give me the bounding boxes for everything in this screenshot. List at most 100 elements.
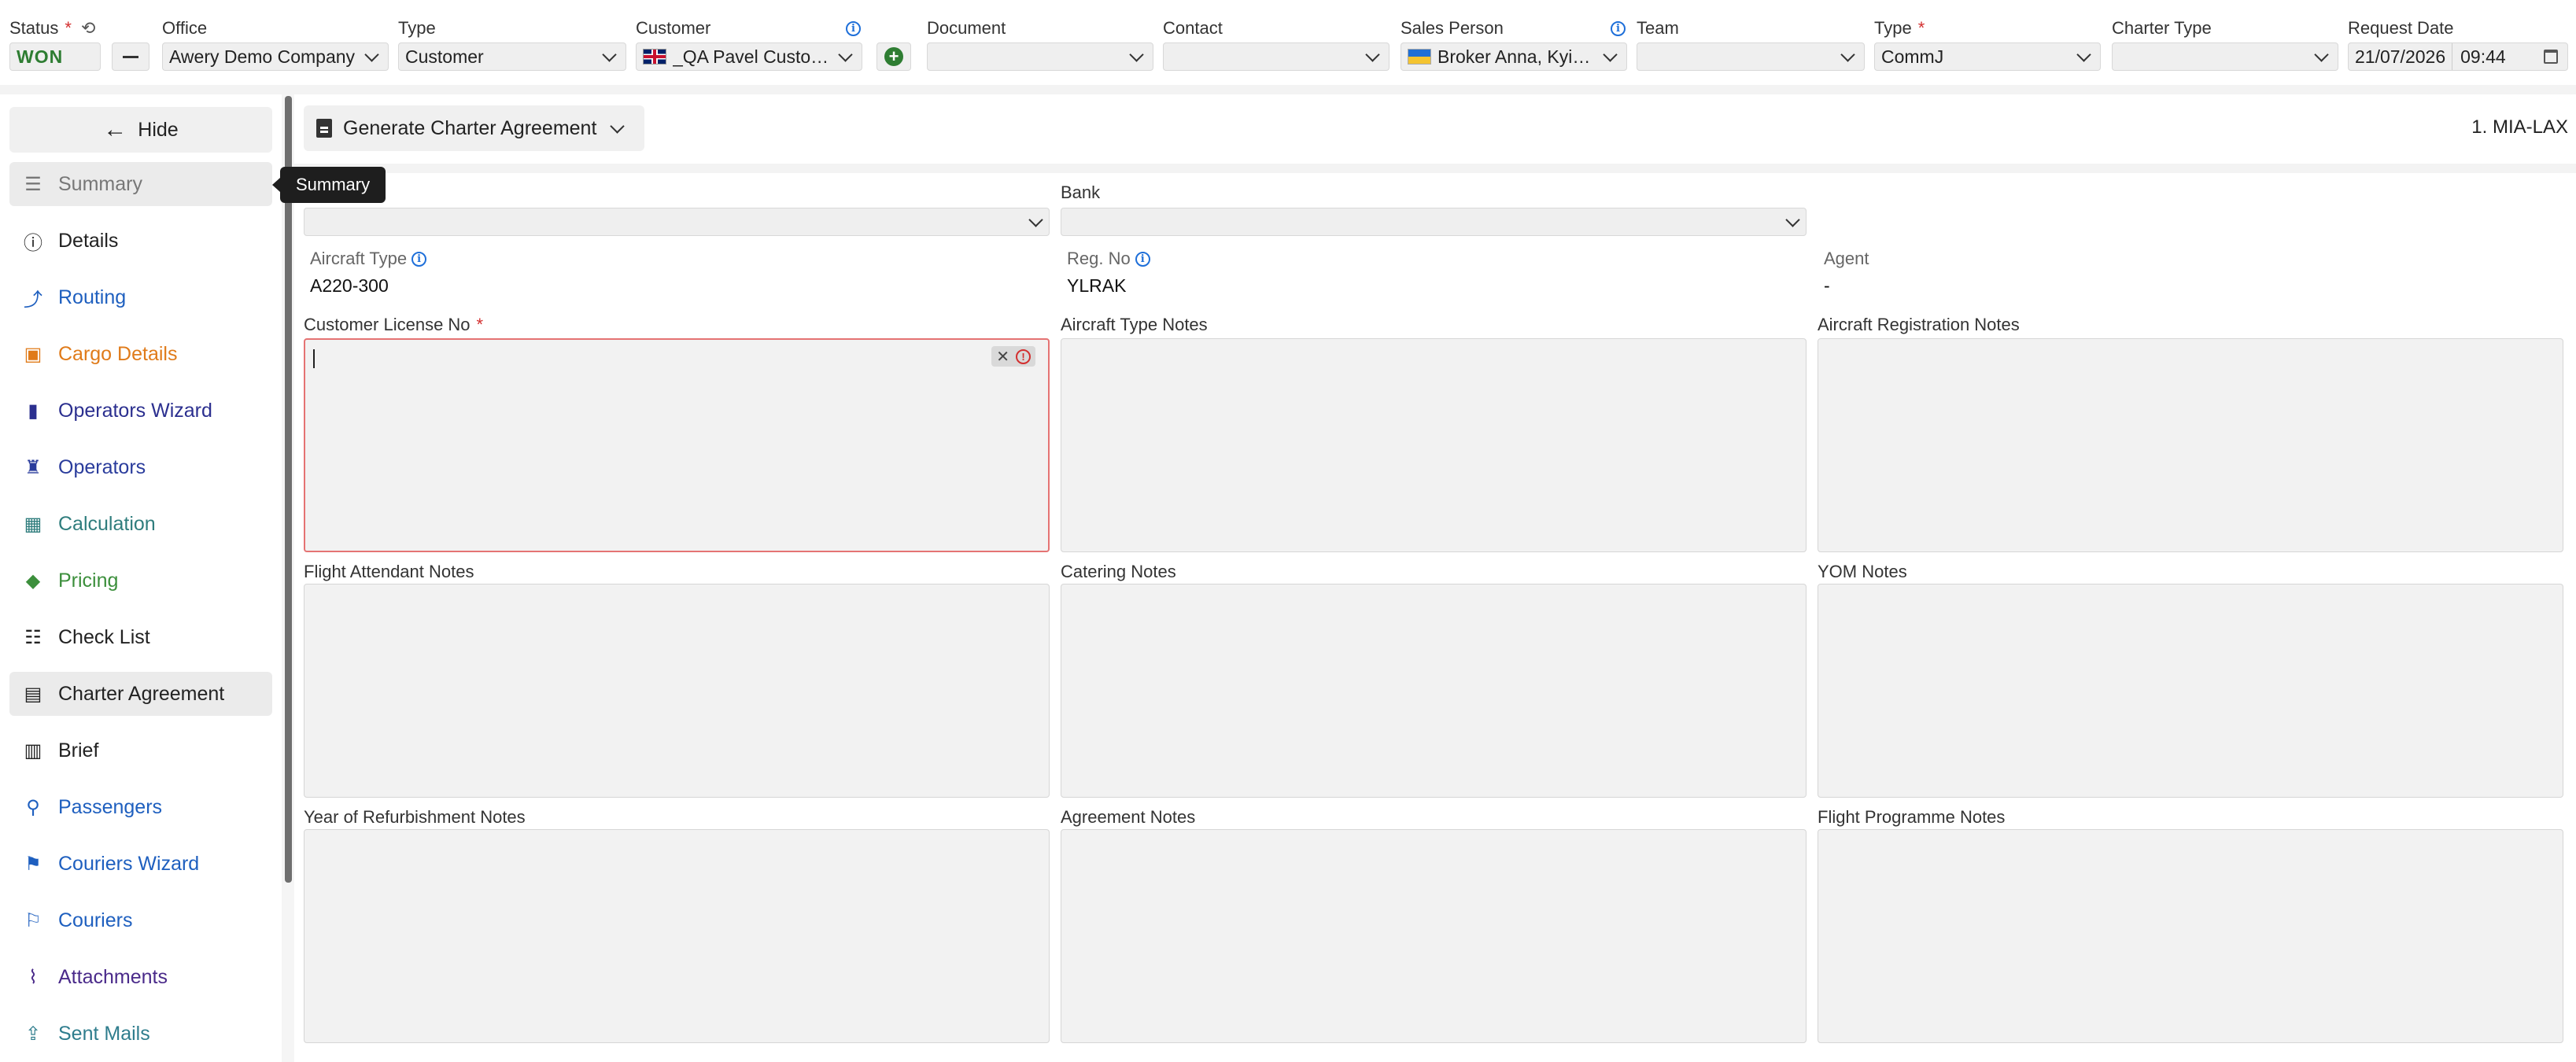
type-label: Type — [398, 18, 436, 38]
request-time-value[interactable]: 09:44 — [2452, 46, 2544, 68]
brief-icon: ▥ — [24, 739, 42, 761]
year-refurbishment-notes-label: Year of Refurbishment Notes — [304, 807, 526, 827]
sidebar-item-operators-wizard[interactable]: ▮ Operators Wizard — [9, 389, 272, 433]
sidebar-item-cargo-details[interactable]: ▣ Cargo Details — [9, 332, 272, 376]
chevron-down-icon — [2314, 46, 2329, 62]
sidebar-item-attachments[interactable]: ⌇ Attachments — [9, 955, 272, 999]
sidebar-item-label: Summary — [58, 172, 142, 195]
sidebar-item-label: Calculation — [58, 512, 156, 535]
minus-button[interactable] — [112, 42, 149, 71]
year-refurbishment-notes-textarea[interactable] — [304, 829, 1050, 1043]
aircraft-type-notes-textarea[interactable] — [1061, 338, 1807, 552]
type2-select[interactable]: CommJ — [1874, 42, 2101, 71]
text-caret — [313, 349, 315, 368]
document-icon — [316, 119, 332, 138]
status-value: WON — [17, 46, 64, 67]
list-icon: ☰ — [24, 173, 42, 195]
aircraft-registration-notes-textarea[interactable] — [1818, 338, 2563, 552]
charter-type-field: Charter Type — [2112, 17, 2338, 71]
sidebar-item-operators[interactable]: ♜ Operators — [9, 445, 272, 489]
sidebar-item-label: Couriers — [58, 909, 133, 931]
office-select[interactable]: Awery Demo Company — [162, 42, 389, 71]
sidebar-scrollbar[interactable] — [285, 96, 292, 883]
info-icon[interactable]: i — [411, 251, 427, 267]
clear-icon[interactable]: ✕ — [996, 347, 1009, 367]
agreement-notes-label: Agreement Notes — [1061, 807, 1196, 827]
sidebar-item-details[interactable]: ⓘ Details — [9, 219, 272, 263]
sidebar-item-passengers[interactable]: ⚲ Passengers — [9, 785, 272, 829]
sidebar-item-sent-mails[interactable]: ⇪ Sent Mails — [9, 1012, 272, 1056]
wizard-icon: ▮ — [28, 400, 39, 422]
courier-icon: ⚐ — [24, 909, 42, 931]
type2-field: Type * CommJ — [1874, 17, 2101, 71]
reg-no-label: Reg. No — [1067, 249, 1131, 268]
contact-select[interactable] — [1163, 42, 1389, 71]
document-select[interactable] — [927, 42, 1153, 71]
reg-no-value: YLRAK — [1067, 275, 1127, 296]
minus-icon — [123, 55, 138, 58]
bank-select[interactable] — [1061, 208, 1807, 236]
request-date-input[interactable]: 21/07/2026 09:44 — [2348, 42, 2568, 71]
sidebar-item-label: Charter Agreement — [58, 682, 225, 705]
main-content: Generate Charter Agreement 1. MIA-LAX s … — [294, 94, 2576, 1062]
info-icon[interactable]: i — [1611, 20, 1626, 36]
sidebar-item-check-list[interactable]: ☷ Check List — [9, 615, 272, 659]
office-label: Office — [162, 18, 208, 38]
header-divider — [0, 85, 2576, 94]
sales-person-field: Sales Person i Broker Anna, Kyiv, ... — [1401, 17, 1627, 71]
hide-sidebar-button[interactable]: ← Hide — [9, 107, 272, 153]
sidebar-item-calculation[interactable]: ▦ Calculation — [9, 502, 272, 546]
sidebar-item-charter-agreement[interactable]: ▤ Charter Agreement — [9, 672, 272, 716]
chevron-down-icon — [1028, 212, 1043, 227]
partial-field-select[interactable] — [304, 208, 1050, 236]
toolbar-divider — [294, 164, 2576, 173]
catering-notes-label: Catering Notes — [1061, 562, 1176, 581]
aircraft-type-label: Aircraft Type — [310, 249, 408, 268]
sidebar-item-brief[interactable]: ▥ Brief — [9, 728, 272, 773]
sidebar-item-label: Check List — [58, 625, 150, 648]
reg-no-label-wrap: Reg. No i — [1067, 249, 1150, 269]
document-label: Document — [927, 18, 1006, 38]
info-icon[interactable]: i — [846, 20, 861, 36]
header-bar: Status * ⟲ WON Office Awery Demo Company … — [0, 0, 2576, 85]
sidebar-item-routing[interactable]: ⤴ Routing — [9, 275, 272, 319]
sidebar-item-pricing[interactable]: ◆ Pricing — [9, 559, 272, 603]
status-select[interactable]: WON — [9, 42, 101, 71]
generate-charter-agreement-button[interactable]: Generate Charter Agreement — [304, 105, 645, 151]
chevron-down-icon — [1785, 212, 1800, 227]
sidebar-item-couriers[interactable]: ⚐ Couriers — [9, 898, 272, 942]
sidebar-item-label: Operators — [58, 455, 146, 478]
flight-attendant-notes-textarea[interactable] — [304, 584, 1050, 798]
request-date-field: Request Date — [2348, 17, 2454, 39]
summary-tooltip: Summary — [271, 167, 386, 203]
sales-person-label: Sales Person — [1401, 18, 1504, 38]
catering-notes-textarea[interactable] — [1061, 584, 1807, 798]
type-select[interactable]: Customer — [398, 42, 626, 71]
contact-label: Contact — [1163, 18, 1223, 38]
add-customer-button[interactable]: + — [877, 42, 911, 71]
flight-programme-notes-textarea[interactable] — [1818, 829, 2563, 1043]
error-icon: ! — [1016, 348, 1031, 364]
info-icon[interactable]: i — [1135, 251, 1150, 267]
calendar-icon[interactable] — [2544, 50, 2558, 64]
agreement-notes-textarea[interactable] — [1061, 829, 1807, 1043]
arrow-left-icon: ← — [103, 116, 127, 142]
sidebar-item-label: Couriers Wizard — [58, 852, 200, 875]
customer-license-label: Customer License No — [304, 315, 471, 334]
sidebar-item-label: Brief — [58, 739, 99, 761]
charter-type-select[interactable] — [2112, 42, 2338, 71]
sidebar-item-label: Details — [58, 229, 119, 252]
sidebar: ← Hide ☰ Summary ⓘ Details ⤴ Routing ▣ Cargo De… — [0, 94, 282, 1062]
request-date-value[interactable]: 21/07/2026 — [2349, 43, 2453, 70]
sidebar-item-couriers-wizard[interactable]: ⚑ Couriers Wizard — [9, 842, 272, 886]
history-icon[interactable]: ⟲ — [81, 18, 95, 39]
tag-icon: ◆ — [25, 570, 41, 592]
sidebar-item-summary[interactable]: ☰ Summary — [9, 162, 272, 206]
customer-license-textarea[interactable]: ✕ ! — [304, 338, 1050, 552]
sidebar-item-label: Attachments — [58, 965, 168, 988]
team-select[interactable] — [1637, 42, 1865, 71]
customer-select[interactable]: _QA Pavel Custom... — [636, 42, 862, 71]
yom-notes-textarea[interactable] — [1818, 584, 2563, 798]
sales-person-select[interactable]: Broker Anna, Kyiv, ... — [1401, 42, 1627, 71]
request-date-label: Request Date — [2348, 18, 2454, 38]
